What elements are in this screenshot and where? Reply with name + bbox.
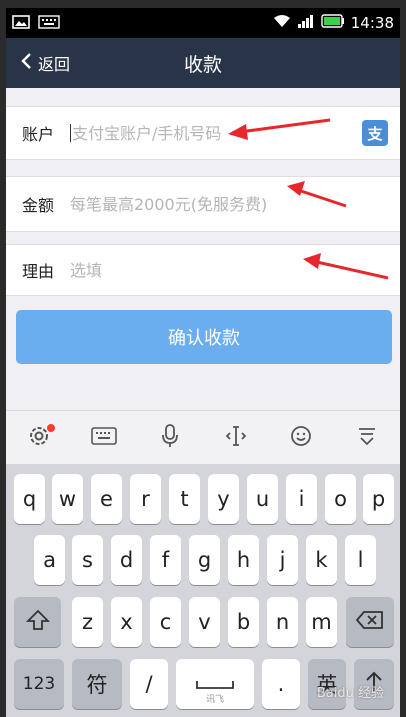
back-label: 返回 xyxy=(38,55,71,74)
account-label: 账户 xyxy=(22,125,55,144)
key-p[interactable]: p xyxy=(363,474,394,524)
backspace-key[interactable] xyxy=(346,597,394,647)
keyboard-settings[interactable] xyxy=(19,418,59,458)
shift-icon xyxy=(25,609,50,636)
account-row: 账户 支 xyxy=(6,106,400,160)
signal-icon xyxy=(297,14,315,32)
payment-form: 账户 支 金额 理由 确认收款 xyxy=(6,88,400,410)
status-time: 14:38 xyxy=(350,14,394,32)
key-t[interactable]: t xyxy=(169,474,200,524)
key-f[interactable]: f xyxy=(150,535,181,585)
key-j[interactable]: j xyxy=(267,535,298,585)
key-k[interactable]: k xyxy=(306,535,337,585)
emoji-panel[interactable] xyxy=(281,418,321,458)
keyboard-toolbar xyxy=(6,410,400,464)
chevron-left-icon xyxy=(20,52,32,74)
status-bar: 14:38 xyxy=(6,8,400,38)
keyboard-icon xyxy=(91,426,118,450)
confirm-button[interactable]: 确认收款 xyxy=(16,310,392,364)
watermark: Baidu 经验 xyxy=(316,686,384,701)
dot-key[interactable]: . xyxy=(262,659,300,709)
key-u[interactable]: u xyxy=(247,474,278,524)
amount-label: 金额 xyxy=(22,196,55,215)
key-c[interactable]: c xyxy=(150,597,181,647)
reason-label: 理由 xyxy=(22,262,55,281)
key-b[interactable]: b xyxy=(228,597,259,647)
key-i[interactable]: i xyxy=(286,474,317,524)
key-x[interactable]: x xyxy=(111,597,142,647)
text-cursor xyxy=(70,124,71,142)
amount-row: 金额 xyxy=(6,176,400,232)
shift-key[interactable] xyxy=(14,597,61,647)
collapse-keyboard-icon xyxy=(355,424,379,452)
alipay-contacts-icon[interactable]: 支 xyxy=(362,120,388,146)
back-button[interactable]: 返回 xyxy=(20,38,70,88)
soft-keyboard: q w e r t y u i o p a s d f g h j k l z … xyxy=(6,464,400,717)
ime-brand-label: 讯飞 xyxy=(205,695,224,705)
key-a[interactable]: a xyxy=(34,535,65,585)
key-e[interactable]: e xyxy=(91,474,122,524)
backspace-icon xyxy=(355,610,384,635)
reason-input[interactable] xyxy=(70,260,400,280)
reason-row: 理由 xyxy=(6,244,400,296)
microphone-icon xyxy=(160,423,180,453)
key-r[interactable]: r xyxy=(130,474,161,524)
account-input[interactable] xyxy=(72,123,362,143)
key-g[interactable]: g xyxy=(189,535,220,585)
key-w[interactable]: w xyxy=(52,474,83,524)
key-q[interactable]: q xyxy=(14,474,45,524)
cursor-control[interactable] xyxy=(216,418,256,458)
emoji-icon xyxy=(289,424,313,452)
hide-keyboard[interactable] xyxy=(347,418,387,458)
key-h[interactable]: h xyxy=(228,535,259,585)
symbols-key[interactable]: 符 xyxy=(72,659,122,709)
key-l[interactable]: l xyxy=(345,535,376,585)
key-z[interactable]: z xyxy=(72,597,103,647)
image-icon xyxy=(12,14,30,33)
notification-dot xyxy=(46,423,55,432)
key-y[interactable]: y xyxy=(208,474,239,524)
key-s[interactable]: s xyxy=(72,535,103,585)
key-d[interactable]: d xyxy=(111,535,142,585)
keyboard-switch[interactable] xyxy=(84,418,124,458)
key-n[interactable]: n xyxy=(267,597,298,647)
battery-icon xyxy=(321,14,345,32)
key-v[interactable]: v xyxy=(189,597,220,647)
numbers-key[interactable]: 123 xyxy=(14,659,64,709)
voice-input[interactable] xyxy=(150,418,190,458)
key-o[interactable]: o xyxy=(325,474,356,524)
space-key[interactable]: 讯飞 xyxy=(176,659,254,709)
wifi-icon xyxy=(273,14,291,32)
key-m[interactable]: m xyxy=(306,597,337,647)
nav-bar: 返回 收款 xyxy=(6,38,400,88)
keyboard-icon xyxy=(38,14,60,33)
cursor-move-icon xyxy=(224,424,248,452)
slash-key[interactable]: / xyxy=(130,659,168,709)
amount-input[interactable] xyxy=(70,194,400,214)
